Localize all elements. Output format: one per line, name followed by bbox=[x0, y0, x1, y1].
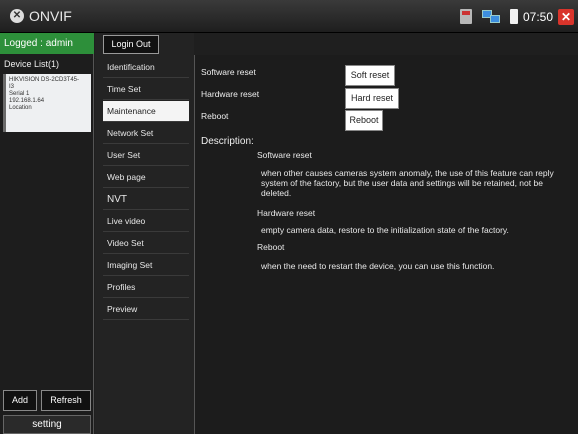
login-out-button[interactable]: Login Out bbox=[103, 35, 159, 54]
desc-software-text: when other causes cameras system anomaly… bbox=[261, 168, 554, 198]
device-panel: Logged : admin Device List(1) HIKVISION … bbox=[0, 33, 94, 434]
status-tray: 07:50 ✕ bbox=[459, 0, 578, 33]
logged-status: Logged : admin bbox=[0, 33, 94, 54]
maintenance-panel: Software reset Soft reset Hardware reset… bbox=[194, 55, 578, 434]
desc-reboot-title: Reboot bbox=[257, 242, 285, 252]
app-title: ONVIF bbox=[29, 8, 72, 24]
menu-item-web-page[interactable]: Web page bbox=[103, 167, 189, 188]
clock: 07:50 bbox=[522, 9, 553, 24]
device-serial: Serial 1 bbox=[9, 91, 30, 97]
menu-item-network-set[interactable]: Network Set bbox=[103, 123, 189, 144]
device-list-item[interactable]: HIKVISION DS-2CD3T45- I3 Serial 1 192.16… bbox=[3, 74, 91, 132]
onvif-logo-icon: ✕ bbox=[10, 9, 24, 23]
menu-item-live-video[interactable]: Live video bbox=[103, 211, 189, 232]
hardware-reset-label: Hardware reset bbox=[201, 89, 260, 99]
close-button[interactable]: ✕ bbox=[558, 8, 574, 25]
desc-hardware-title: Hardware reset bbox=[257, 208, 316, 218]
menu-item-video-set[interactable]: Video Set bbox=[103, 233, 189, 254]
device-ip: 192.168.1.64 bbox=[9, 98, 45, 104]
sd-card-icon bbox=[459, 9, 472, 24]
menu-item-imaging-set[interactable]: Imaging Set bbox=[103, 255, 189, 276]
refresh-button[interactable]: Refresh bbox=[41, 390, 91, 411]
network-icon bbox=[481, 9, 502, 24]
software-reset-label: Software reset bbox=[201, 67, 256, 77]
device-list-header: Device List(1) bbox=[4, 59, 60, 69]
menu-item-preview[interactable]: Preview bbox=[103, 299, 189, 320]
hard-reset-button[interactable]: Hard reset bbox=[345, 88, 399, 109]
menu-item-time-set[interactable]: Time Set bbox=[103, 79, 189, 100]
title-bar: ✕ ONVIF 07:50 ✕ bbox=[0, 0, 578, 33]
add-button[interactable]: Add bbox=[3, 390, 37, 411]
function-menu: Login Out Identification Time Set Mainte… bbox=[95, 33, 194, 434]
desc-reboot-text: when the need to restart the device, you… bbox=[261, 261, 495, 271]
device-name: HIKVISION DS-2CD3T45- bbox=[9, 77, 80, 83]
menu-item-identification[interactable]: Identification bbox=[103, 57, 189, 78]
setting-button[interactable]: setting bbox=[3, 415, 91, 434]
menu-item-user-set[interactable]: User Set bbox=[103, 145, 189, 166]
menu-section-nvt: NVT bbox=[103, 189, 189, 210]
desc-software-title: Software reset bbox=[257, 150, 312, 160]
device-location: Location bbox=[9, 105, 32, 111]
soft-reset-button[interactable]: Soft reset bbox=[345, 65, 395, 86]
battery-icon bbox=[509, 9, 518, 24]
device-name-cont: I3 bbox=[9, 84, 15, 90]
description-header: Description: bbox=[201, 136, 254, 147]
reboot-label: Reboot bbox=[201, 111, 229, 121]
desc-hardware-text: empty camera data, restore to the initia… bbox=[261, 225, 509, 235]
menu-item-maintenance[interactable]: Maintenance bbox=[103, 101, 189, 122]
menu-item-profiles[interactable]: Profiles bbox=[103, 277, 189, 298]
reboot-button[interactable]: Reboot bbox=[345, 110, 383, 131]
